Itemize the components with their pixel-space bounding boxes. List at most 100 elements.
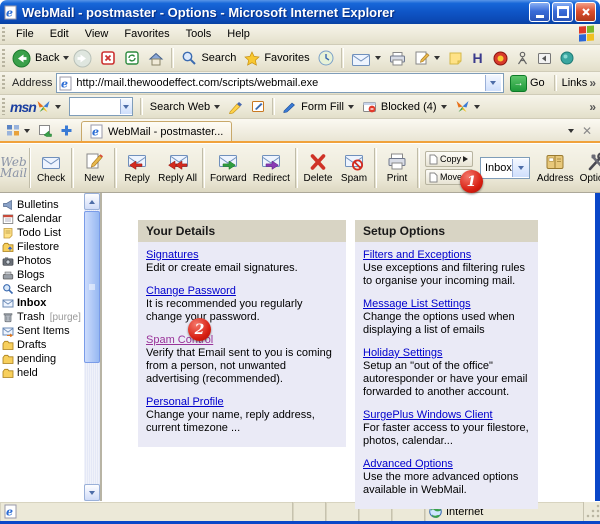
favorites-button[interactable]: Favorites bbox=[240, 49, 313, 68]
close-tab-icon[interactable]: ✕ bbox=[582, 125, 592, 137]
sidebar-item-held[interactable]: held bbox=[0, 366, 84, 380]
mail-dropdown-icon[interactable] bbox=[375, 56, 381, 60]
personal-profile-link[interactable]: Personal Profile bbox=[146, 396, 224, 408]
search-web-button[interactable]: Search Web bbox=[146, 99, 224, 115]
print-button[interactable] bbox=[385, 49, 410, 68]
sidebar-item-bulletins[interactable]: Bulletins bbox=[0, 198, 84, 212]
redirect-button[interactable]: Redirect bbox=[250, 144, 293, 192]
options-button[interactable]: Options bbox=[577, 144, 600, 192]
addon-box-button[interactable] bbox=[533, 50, 556, 67]
sidebar-item-calendar[interactable]: Calendar bbox=[0, 212, 84, 226]
check-button[interactable]: Check bbox=[33, 144, 69, 192]
toolbar-grip[interactable] bbox=[2, 98, 5, 114]
sidebar-item-sent-items[interactable]: Sent Items bbox=[0, 324, 84, 338]
sidebar-item-label: pending bbox=[17, 353, 56, 365]
address-input[interactable] bbox=[76, 77, 482, 89]
edit-dropdown-icon[interactable] bbox=[434, 56, 440, 60]
messenger-button[interactable] bbox=[451, 98, 484, 115]
panel-title: Your Details bbox=[138, 220, 346, 242]
sidebar-item-photos[interactable]: Photos bbox=[0, 254, 84, 268]
forward-button[interactable] bbox=[69, 47, 96, 70]
close-button[interactable] bbox=[575, 2, 596, 22]
address-dropdown[interactable] bbox=[485, 75, 501, 91]
addon-badge-button[interactable] bbox=[489, 49, 512, 68]
resize-grip[interactable] bbox=[584, 502, 600, 521]
holiday-settings-link[interactable]: Holiday Settings bbox=[363, 347, 443, 359]
stop-button[interactable] bbox=[96, 48, 120, 68]
menu-favorites[interactable]: Favorites bbox=[116, 26, 177, 42]
addon-person-button[interactable] bbox=[512, 49, 533, 68]
tab-overflow-icon[interactable] bbox=[568, 129, 574, 133]
edit-button[interactable] bbox=[410, 48, 444, 68]
addon-teal-button[interactable] bbox=[556, 49, 578, 67]
history-button[interactable] bbox=[314, 48, 338, 68]
new-button[interactable]: New bbox=[76, 144, 112, 192]
highlighter-button[interactable] bbox=[224, 98, 247, 116]
sidebar-item-filestore[interactable]: Filestore bbox=[0, 240, 84, 254]
combo-dropdown[interactable] bbox=[512, 159, 529, 177]
sidebar-item-blogs[interactable]: Blogs bbox=[0, 268, 84, 282]
refresh-button[interactable] bbox=[120, 48, 144, 68]
tab-webmail[interactable]: e WebMail - postmaster... bbox=[81, 121, 232, 141]
msn-search-input[interactable] bbox=[70, 100, 120, 114]
tab-list-button[interactable] bbox=[34, 122, 56, 139]
toolbar-grip[interactable] bbox=[2, 75, 5, 90]
go-button[interactable]: → Go bbox=[504, 75, 551, 92]
msn-dropdown-icon[interactable] bbox=[55, 105, 61, 109]
sidebar-item-todo-list[interactable]: Todo List bbox=[0, 226, 84, 240]
menu-tools[interactable]: Tools bbox=[178, 26, 220, 42]
purge-link[interactable]: [purge] bbox=[50, 312, 81, 323]
scrollbar-track[interactable] bbox=[84, 364, 100, 484]
addon-h-button[interactable]: H bbox=[467, 48, 489, 68]
chevrons-right-icon[interactable]: » bbox=[589, 100, 600, 114]
menu-file[interactable]: File bbox=[8, 26, 42, 42]
new-tab-button[interactable] bbox=[56, 122, 77, 139]
mail-button[interactable] bbox=[347, 48, 385, 68]
msn-logo[interactable]: msn bbox=[10, 99, 36, 115]
forward-button[interactable]: Forward bbox=[207, 144, 250, 192]
sidebar-item-search[interactable]: Search bbox=[0, 282, 84, 296]
sidebar-item-inbox[interactable]: Inbox bbox=[0, 296, 84, 310]
addon-note-button[interactable] bbox=[444, 49, 467, 68]
sidebar-item-trash[interactable]: Trash[purge] bbox=[0, 310, 84, 324]
links-label[interactable]: Links bbox=[560, 77, 590, 89]
address-button[interactable]: Address bbox=[534, 144, 577, 192]
search-button[interactable]: Search bbox=[177, 48, 240, 68]
filters-and-exceptions-link[interactable]: Filters and Exceptions bbox=[363, 249, 471, 261]
scrollbar-thumb[interactable] bbox=[84, 211, 100, 363]
copy-button[interactable]: Copy bbox=[425, 151, 473, 167]
folder-select[interactable]: Inbox bbox=[480, 157, 530, 179]
menu-view[interactable]: View bbox=[77, 26, 117, 42]
blocked-button[interactable]: Blocked (4) bbox=[358, 98, 451, 116]
form-fill-button[interactable]: Form Fill bbox=[278, 98, 358, 115]
sidebar-scrollbar[interactable] bbox=[84, 193, 102, 501]
minimize-button[interactable] bbox=[529, 2, 550, 22]
toolbar-grip[interactable] bbox=[2, 27, 5, 41]
maximize-button[interactable] bbox=[552, 2, 573, 22]
toolbar-grip[interactable] bbox=[2, 49, 5, 67]
delete-button[interactable]: Delete bbox=[300, 144, 336, 192]
advanced-options-link[interactable]: Advanced Options bbox=[363, 458, 453, 470]
reply-all-button[interactable]: Reply All bbox=[155, 144, 200, 192]
sidebar-item-pending[interactable]: pending bbox=[0, 352, 84, 366]
back-button[interactable]: Back bbox=[8, 47, 63, 70]
popup-tool-button[interactable] bbox=[247, 98, 269, 115]
print-button[interactable]: Print bbox=[379, 144, 415, 192]
scroll-up-button[interactable] bbox=[84, 193, 100, 210]
refresh-icon bbox=[124, 50, 140, 66]
reply-button[interactable]: Reply bbox=[119, 144, 155, 192]
quick-tabs-button[interactable] bbox=[2, 122, 34, 139]
scroll-down-button[interactable] bbox=[84, 484, 100, 501]
menu-help[interactable]: Help bbox=[219, 26, 258, 42]
menu-edit[interactable]: Edit bbox=[42, 26, 77, 42]
star-icon bbox=[244, 51, 260, 66]
chevrons-right-icon[interactable]: » bbox=[589, 76, 600, 90]
home-button[interactable] bbox=[144, 49, 168, 68]
msn-search-dropdown[interactable] bbox=[120, 99, 132, 114]
message-list-settings-link[interactable]: Message List Settings bbox=[363, 298, 471, 310]
spam-button[interactable]: Spam bbox=[336, 144, 372, 192]
sidebar-item-drafts[interactable]: Drafts bbox=[0, 338, 84, 352]
signatures-link[interactable]: Signatures bbox=[146, 249, 199, 261]
surgeplus-windows-client-link[interactable]: SurgePlus Windows Client bbox=[363, 409, 493, 421]
change-password-link[interactable]: Change Password bbox=[146, 285, 236, 297]
